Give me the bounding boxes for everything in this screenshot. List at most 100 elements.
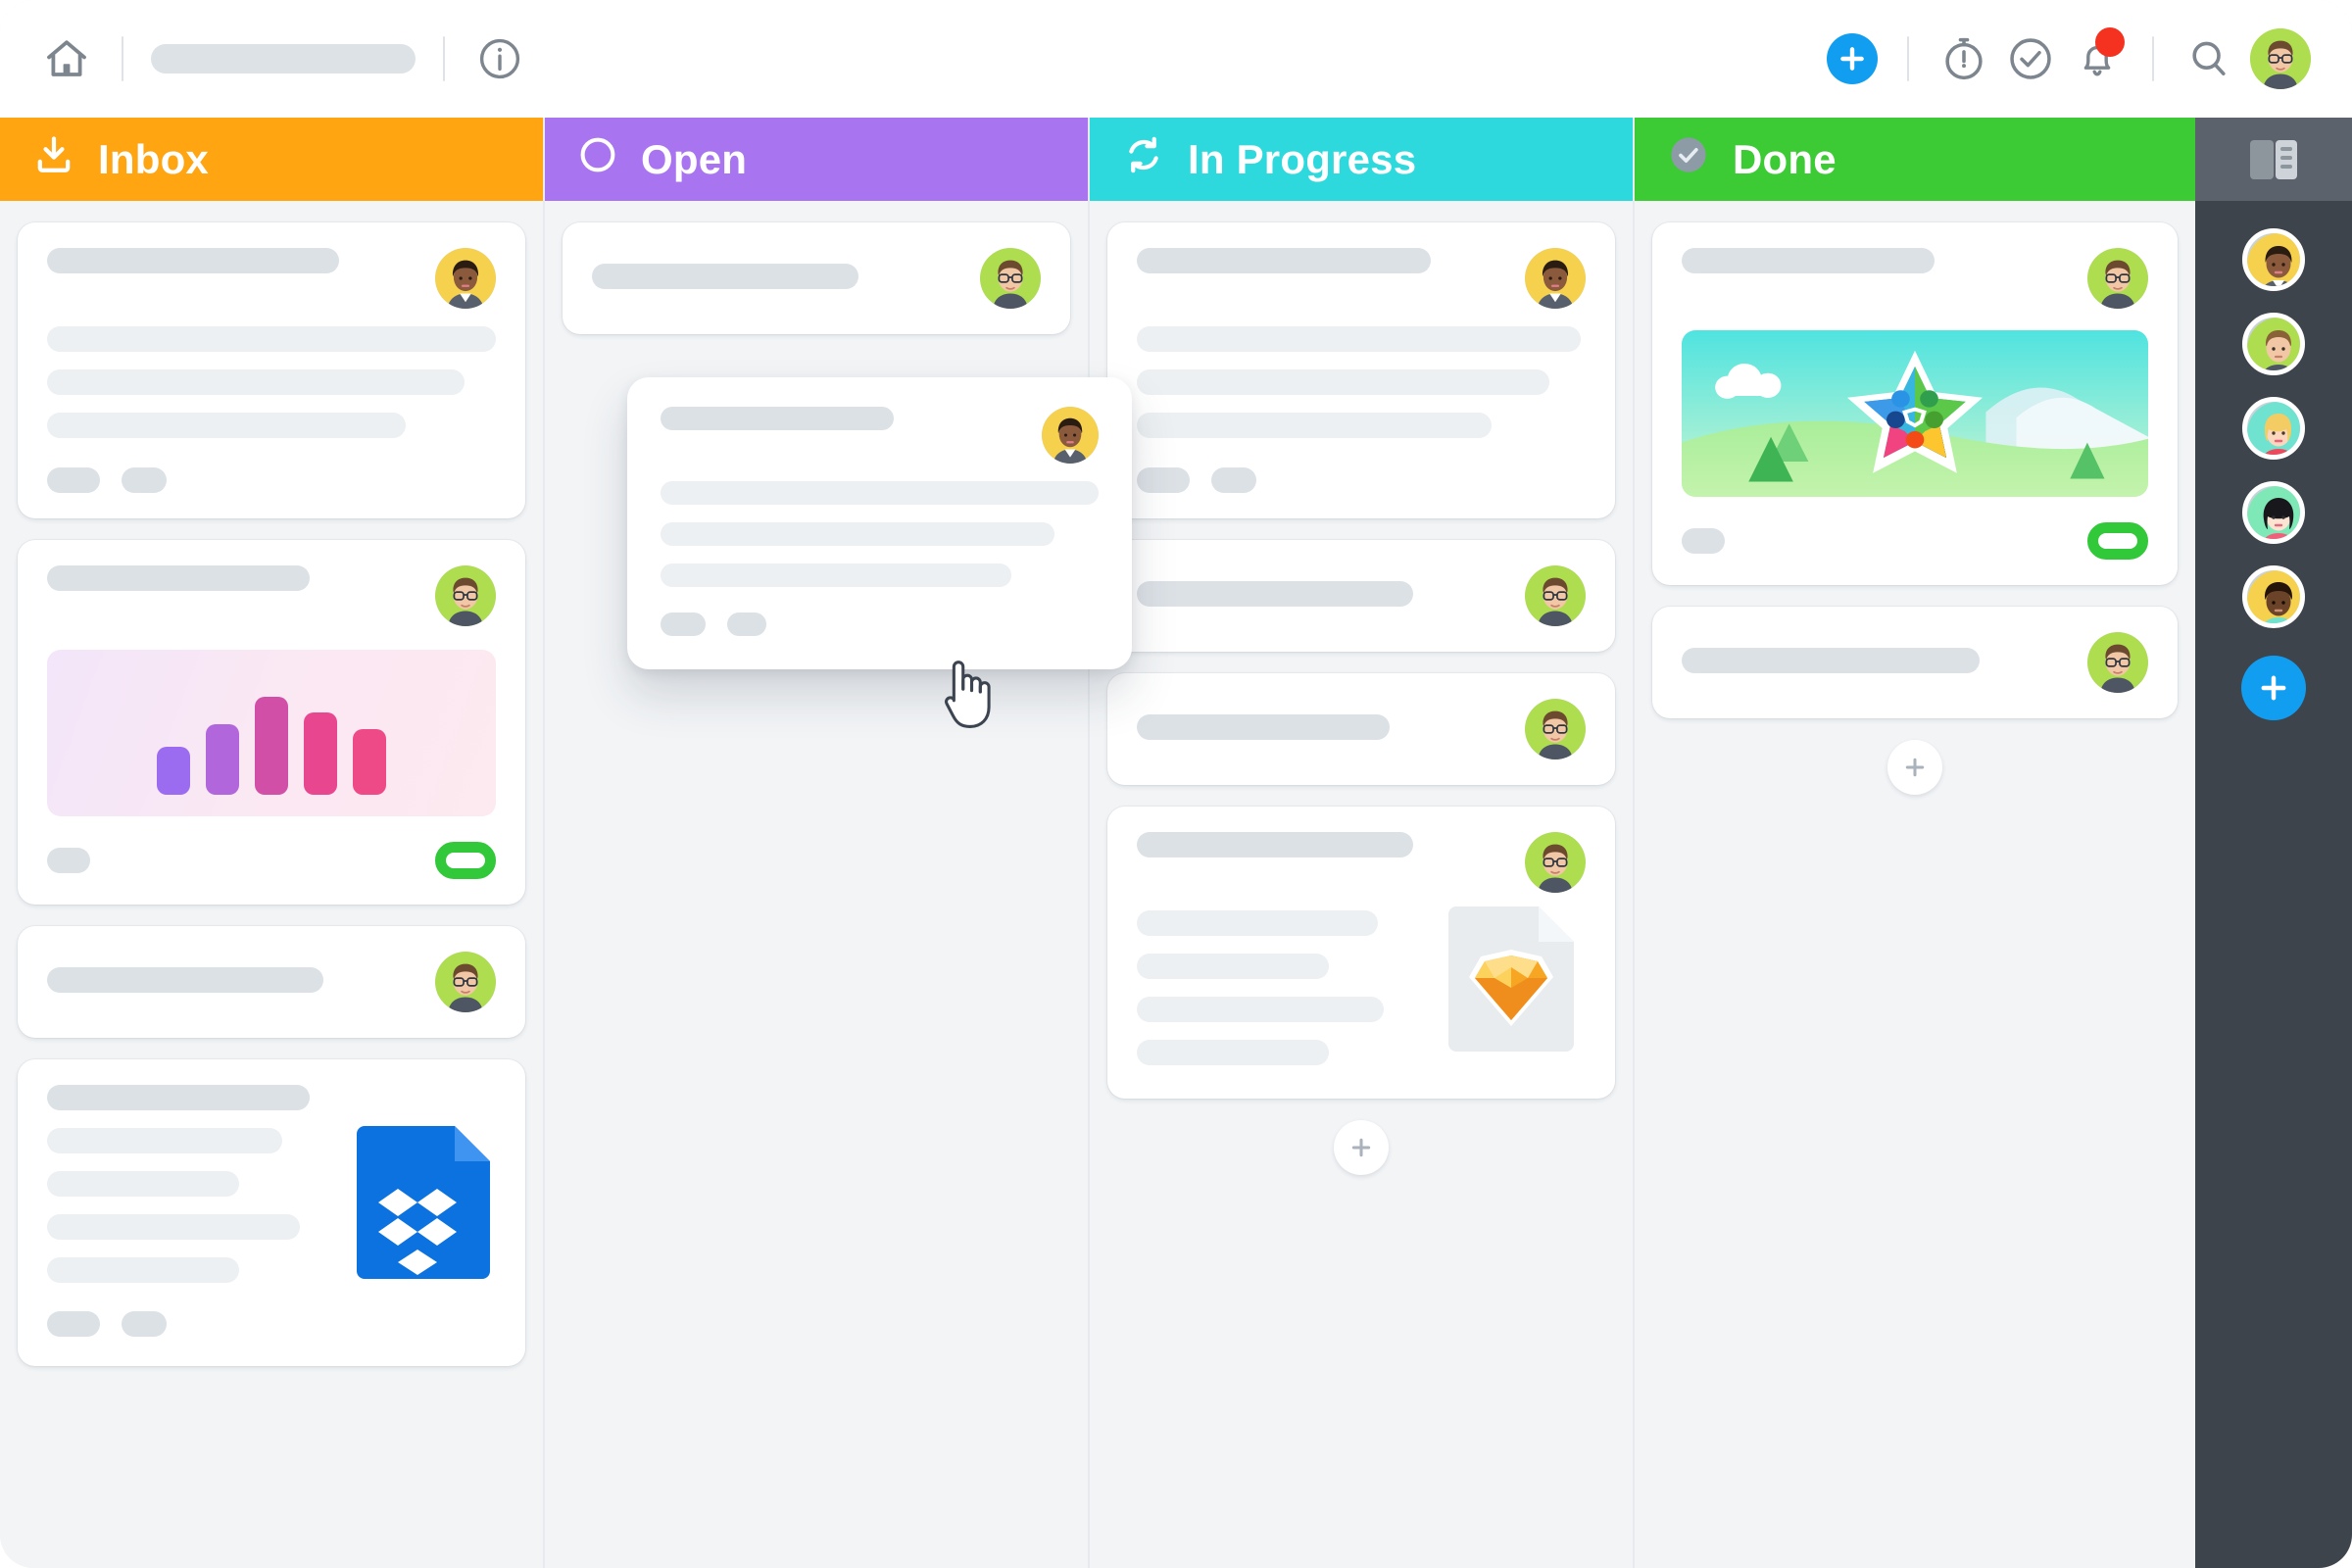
column-header-inbox[interactable]: Inbox [0, 118, 543, 201]
info-icon[interactable] [466, 25, 533, 92]
card-avatar[interactable] [2087, 248, 2148, 309]
rail-member-avatar[interactable] [2242, 397, 2305, 460]
rail-member-avatar[interactable] [2242, 313, 2305, 375]
card-tag[interactable] [1211, 467, 1256, 493]
search-icon[interactable] [2176, 25, 2242, 92]
column-title: Open [641, 135, 748, 182]
card-tag[interactable] [47, 1311, 100, 1337]
card[interactable] [563, 222, 1070, 334]
card-tags [1137, 467, 1586, 493]
card-tag[interactable] [47, 848, 90, 873]
column-header-in-progress[interactable]: In Progress [1090, 118, 1633, 201]
chart-bar [206, 724, 239, 795]
dragged-card[interactable] [627, 377, 1132, 669]
status-badge[interactable] [435, 842, 496, 879]
column-in-progress: In Progress [1090, 118, 1635, 1568]
column-header-open[interactable]: Open [545, 118, 1088, 201]
landscape-star-illustration [1682, 330, 2148, 497]
card-avatar[interactable] [1525, 565, 1586, 626]
card-avatar[interactable] [435, 248, 496, 309]
stopwatch-icon[interactable] [1931, 25, 1997, 92]
check-circle-icon[interactable] [1997, 25, 2064, 92]
column-title: Inbox [98, 135, 209, 182]
bell-icon[interactable] [2064, 25, 2131, 92]
card[interactable] [1107, 540, 1615, 652]
rail-member-avatar[interactable] [2242, 565, 2305, 628]
home-icon[interactable] [33, 25, 100, 92]
notification-badge [2095, 27, 2125, 57]
kanban-board: Inbox Open In Progress Done [0, 118, 2352, 1568]
card-tags [661, 612, 1099, 636]
card-line [1137, 954, 1329, 979]
card-title-placeholder [661, 407, 894, 430]
card[interactable] [18, 1059, 525, 1366]
column-body-done [1635, 201, 2195, 1568]
status-badge[interactable] [2087, 522, 2148, 560]
add-card-button[interactable] [1334, 1120, 1389, 1175]
column-title: Done [1733, 135, 1837, 182]
column-open: Open [545, 118, 1090, 1568]
rail-member-avatar[interactable] [2242, 481, 2305, 544]
chart-bar [255, 697, 288, 795]
card-avatar[interactable] [2087, 632, 2148, 693]
bar-chart [47, 650, 496, 816]
toolbar-divider-2 [443, 36, 445, 81]
card-line [661, 564, 1011, 587]
card-tags [47, 467, 496, 493]
card-line [1137, 413, 1492, 438]
card-title-placeholder [592, 264, 858, 289]
card-avatar[interactable] [1525, 832, 1586, 893]
sketch-file-icon[interactable] [1445, 905, 1578, 1056]
card-avatar[interactable] [1525, 699, 1586, 760]
chart-bar [157, 747, 190, 795]
card-tag[interactable] [122, 467, 167, 493]
board-name-field[interactable] [151, 44, 416, 74]
card-title-placeholder [1137, 832, 1413, 858]
card[interactable] [1107, 807, 1615, 1099]
card-tag[interactable] [727, 612, 766, 636]
card-title-placeholder [1137, 248, 1431, 273]
card-tag[interactable] [1682, 528, 1725, 554]
card-avatar[interactable] [1042, 407, 1099, 464]
add-member-button[interactable] [2241, 656, 2306, 720]
card-line [47, 1257, 239, 1283]
add-card-button[interactable] [1887, 740, 1942, 795]
toolbar-divider-4 [2152, 36, 2154, 81]
card-avatar[interactable] [435, 565, 496, 626]
card-line [47, 369, 465, 395]
card[interactable] [1107, 673, 1615, 785]
card-line [1137, 910, 1378, 936]
rail-member-list [2241, 201, 2306, 720]
card-tag[interactable] [1137, 467, 1190, 493]
column-done: Done [1635, 118, 2195, 1568]
card-line [661, 481, 1099, 505]
column-header-done[interactable]: Done [1635, 118, 2195, 201]
card-title-placeholder [1682, 648, 1980, 673]
card[interactable] [1107, 222, 1615, 518]
card[interactable] [18, 926, 525, 1038]
card-tag[interactable] [47, 467, 100, 493]
card-title-placeholder [47, 248, 339, 273]
avatar[interactable] [2242, 21, 2319, 97]
card-avatar[interactable] [435, 952, 496, 1012]
rail-member-avatar[interactable] [2242, 228, 2305, 291]
panel-layout-icon[interactable] [2195, 118, 2352, 201]
card-tags [47, 1311, 496, 1337]
dropbox-file-icon[interactable] [351, 1124, 496, 1286]
card-line [1137, 326, 1582, 352]
column-body-in-progress [1090, 201, 1633, 1568]
card-avatar[interactable] [1525, 248, 1586, 309]
card[interactable] [18, 540, 525, 905]
toolbar-right-group [1819, 21, 2352, 97]
card[interactable] [1652, 222, 2178, 585]
card-title-placeholder [1682, 248, 1935, 273]
card-tag[interactable] [661, 612, 706, 636]
sync-refresh-icon [1121, 132, 1166, 187]
card[interactable] [18, 222, 525, 518]
card[interactable] [1652, 607, 2178, 718]
card-tag[interactable] [122, 1311, 167, 1337]
add-button[interactable] [1819, 25, 1886, 92]
chart-bar [353, 729, 386, 795]
card-avatar[interactable] [980, 248, 1041, 309]
members-rail [2195, 118, 2352, 1568]
